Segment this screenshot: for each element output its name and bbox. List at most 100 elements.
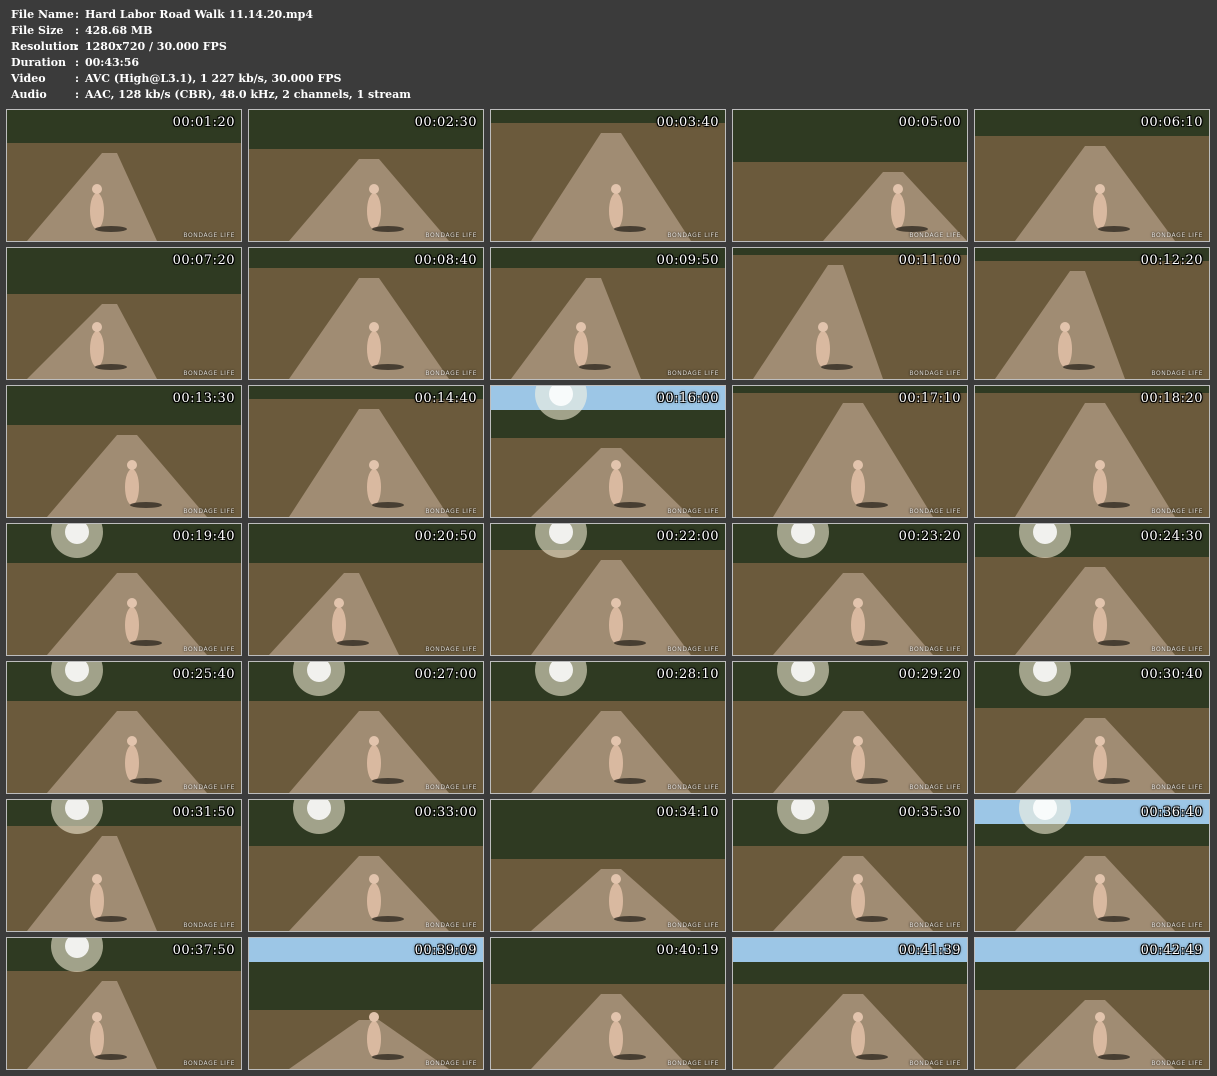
watermark: BONDAGE LIFE — [425, 1060, 477, 1067]
shadow — [372, 916, 404, 922]
figure-head — [611, 598, 621, 608]
figure-head — [853, 736, 863, 746]
watermark: BONDAGE LIFE — [183, 1060, 235, 1067]
shadow — [372, 364, 404, 370]
video-thumbnail: 00:11:00 BONDAGE LIFE — [732, 247, 968, 380]
watermark: BONDAGE LIFE — [425, 508, 477, 515]
figure-head — [611, 1012, 621, 1022]
timestamp: 00:23:20 — [898, 529, 961, 544]
timestamp: 00:19:40 — [172, 529, 235, 544]
shadow — [614, 1054, 646, 1060]
watermark: BONDAGE LIFE — [909, 232, 961, 239]
shadow — [821, 364, 853, 370]
timestamp: 00:09:50 — [656, 253, 719, 268]
figure-head — [1095, 598, 1105, 608]
info-key: File Name — [11, 8, 74, 21]
timestamp: 00:33:00 — [414, 805, 477, 820]
shadow — [614, 640, 646, 646]
shadow — [856, 502, 888, 508]
timestamp: 00:01:20 — [172, 115, 235, 130]
figure — [1093, 745, 1107, 781]
timestamp: 00:17:10 — [898, 391, 961, 406]
figure-head — [893, 184, 903, 194]
video-thumbnail: 00:08:40 BONDAGE LIFE — [248, 247, 484, 380]
video-thumbnail: 00:42:49 BONDAGE LIFE — [974, 937, 1210, 1070]
figure-head — [611, 736, 621, 746]
shadow — [372, 1054, 404, 1060]
figure-head — [127, 598, 137, 608]
video-thumbnail: 00:07:20 BONDAGE LIFE — [6, 247, 242, 380]
figure — [891, 193, 905, 229]
timestamp: 00:25:40 — [172, 667, 235, 682]
timestamp: 00:30:40 — [1140, 667, 1203, 682]
video-thumbnail: 00:24:30 BONDAGE LIFE — [974, 523, 1210, 656]
figure — [609, 193, 623, 229]
figure — [1093, 883, 1107, 919]
watermark: BONDAGE LIFE — [425, 922, 477, 929]
video-thumbnail: 00:12:20 BONDAGE LIFE — [974, 247, 1210, 380]
watermark: BONDAGE LIFE — [667, 508, 719, 515]
info-key: File Size — [11, 24, 64, 37]
figure-head — [369, 322, 379, 332]
timestamp: 00:20:50 — [414, 529, 477, 544]
video-thumbnail: 00:17:10 BONDAGE LIFE — [732, 385, 968, 518]
video-thumbnail: 00:27:00 BONDAGE LIFE — [248, 661, 484, 794]
figure — [609, 883, 623, 919]
video-thumbnail: 00:39:09 BONDAGE LIFE — [248, 937, 484, 1070]
thumbnail-grid: 00:01:20 BONDAGE LIFE 00:02:30 BONDAGE LIF… — [6, 109, 1210, 1070]
video-thumbnail: 00:37:50 BONDAGE LIFE — [6, 937, 242, 1070]
video-thumbnail: 00:40:19 BONDAGE LIFE — [490, 937, 726, 1070]
video-thumbnail: 00:33:00 BONDAGE LIFE — [248, 799, 484, 932]
timestamp: 00:14:40 — [414, 391, 477, 406]
figure-head — [127, 460, 137, 470]
figure — [851, 883, 865, 919]
watermark: BONDAGE LIFE — [1151, 646, 1203, 653]
figure — [816, 331, 830, 367]
watermark: BONDAGE LIFE — [183, 646, 235, 653]
video-thumbnail: 00:05:00 BONDAGE LIFE — [732, 109, 968, 242]
figure — [609, 469, 623, 505]
figure-head — [127, 736, 137, 746]
figure-head — [611, 460, 621, 470]
watermark: BONDAGE LIFE — [667, 1060, 719, 1067]
watermark: BONDAGE LIFE — [909, 646, 961, 653]
video-thumbnail: 00:25:40 BONDAGE LIFE — [6, 661, 242, 794]
figure — [367, 331, 381, 367]
figure — [90, 1021, 104, 1057]
info-row-file-size: File Size:428.68 MB — [11, 23, 411, 39]
video-thumbnail: 00:14:40 BONDAGE LIFE — [248, 385, 484, 518]
info-key: Audio — [11, 88, 47, 101]
figure — [367, 1021, 381, 1057]
timestamp: 00:36:40 — [1140, 805, 1203, 820]
info-separator: : — [75, 40, 80, 53]
video-thumbnail: 00:34:10 BONDAGE LIFE — [490, 799, 726, 932]
video-thumbnail: 00:06:10 BONDAGE LIFE — [974, 109, 1210, 242]
figure — [851, 607, 865, 643]
shadow — [856, 916, 888, 922]
video-thumbnail: 00:36:40 BONDAGE LIFE — [974, 799, 1210, 932]
timestamp: 00:05:00 — [898, 115, 961, 130]
timestamp: 00:12:20 — [1140, 253, 1203, 268]
figure-head — [853, 598, 863, 608]
tree-line — [975, 824, 1209, 846]
timestamp: 00:08:40 — [414, 253, 477, 268]
watermark: BONDAGE LIFE — [909, 784, 961, 791]
figure — [574, 331, 588, 367]
timestamp: 00:11:00 — [898, 253, 961, 268]
video-thumbnail: 00:23:20 BONDAGE LIFE — [732, 523, 968, 656]
figure — [367, 469, 381, 505]
timestamp: 00:31:50 — [172, 805, 235, 820]
figure — [609, 607, 623, 643]
figure — [1093, 469, 1107, 505]
watermark: BONDAGE LIFE — [183, 508, 235, 515]
info-separator: : — [75, 56, 80, 69]
shadow — [1098, 1054, 1130, 1060]
timestamp: 00:29:20 — [898, 667, 961, 682]
timestamp: 00:28:10 — [656, 667, 719, 682]
info-row-video: Video: AVC (High@L3.1), 1 227 kb/s, 30.00… — [11, 71, 411, 87]
media-info-panel: File Name: Hard Labor Road Walk 11.14.20.… — [11, 7, 411, 103]
watermark: BONDAGE LIFE — [425, 646, 477, 653]
figure — [1093, 607, 1107, 643]
shadow — [95, 916, 127, 922]
figure — [125, 469, 139, 505]
